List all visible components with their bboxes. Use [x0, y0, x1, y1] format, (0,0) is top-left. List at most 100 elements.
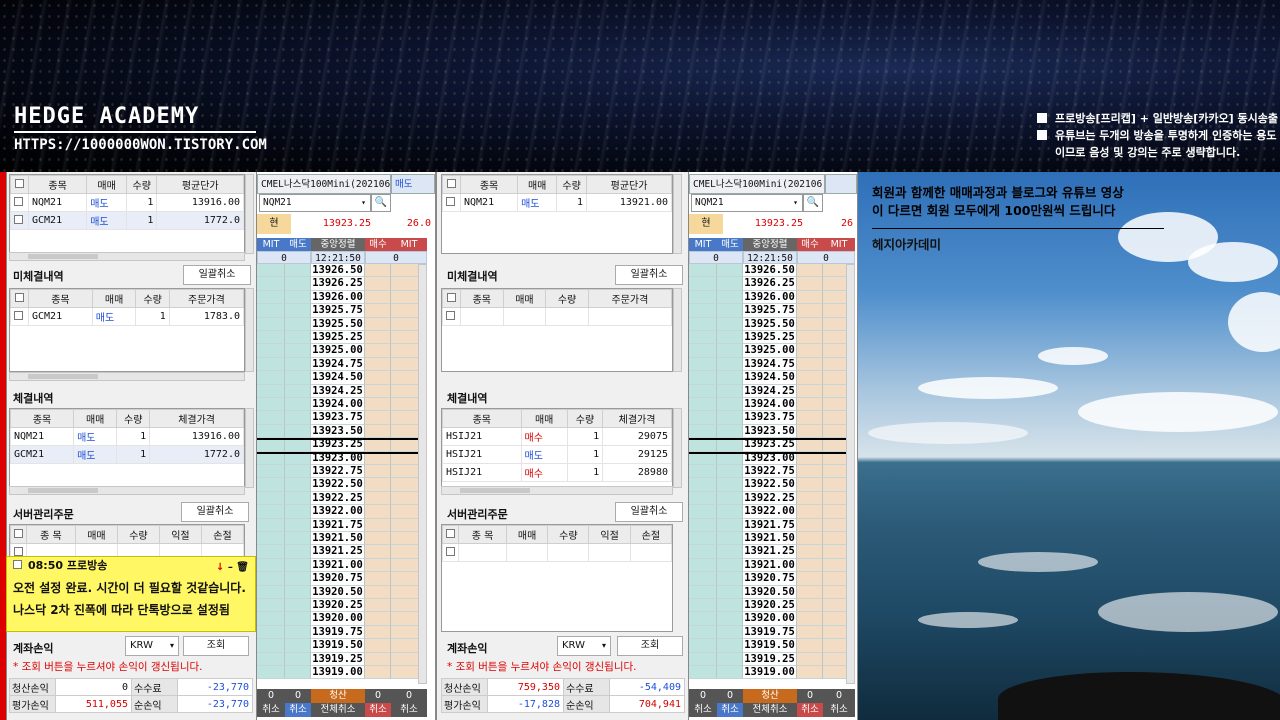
ladder-cell[interactable]	[717, 505, 743, 519]
ladder-row[interactable]: 13926.00	[689, 290, 855, 305]
ladder-cell[interactable]	[717, 398, 743, 412]
ladder-cell[interactable]	[797, 465, 823, 479]
ladder-cell[interactable]	[257, 599, 285, 613]
ladder-row[interactable]: 13921.00	[257, 558, 427, 573]
ladder-price[interactable]: 13919.00	[311, 666, 365, 680]
ladder-cell[interactable]	[365, 558, 391, 573]
table-row[interactable]: NQM21 매도 1 13916.00	[10, 193, 244, 212]
cancel-button[interactable]: 취소	[257, 703, 285, 717]
ladder-cell[interactable]	[797, 478, 823, 492]
search-icon[interactable]: 🔍	[371, 194, 391, 212]
ladder-cell[interactable]	[257, 491, 285, 506]
query-button[interactable]: 조회	[617, 636, 683, 656]
ladder-price[interactable]: 13923.00	[311, 451, 365, 465]
ladder-cell[interactable]	[797, 451, 823, 465]
ladder-cell[interactable]	[365, 264, 391, 278]
ladder-price[interactable]: 13921.75	[311, 518, 365, 532]
ladder-cell[interactable]	[365, 424, 391, 439]
ladder-cell[interactable]	[365, 491, 391, 506]
ladder-cell[interactable]	[285, 438, 311, 452]
cancel-button[interactable]: 취소	[689, 703, 717, 717]
ladder-price[interactable]: 13922.25	[743, 491, 797, 506]
ladder-cell[interactable]	[689, 545, 717, 559]
ladder-price[interactable]: 13924.75	[311, 357, 365, 372]
ladder-cell[interactable]	[365, 384, 391, 398]
ladder-cell[interactable]	[285, 264, 311, 278]
ladder-row[interactable]: 13925.75	[257, 304, 427, 318]
ladder-cell[interactable]	[797, 371, 823, 385]
ladder-row[interactable]: 13924.75	[689, 357, 855, 372]
ladder-cell[interactable]	[285, 545, 311, 559]
ladder-cell[interactable]	[717, 424, 743, 439]
ladder-cell[interactable]	[257, 438, 285, 452]
ladder-cell[interactable]	[689, 317, 717, 331]
ladder-cell[interactable]	[285, 518, 311, 532]
ladder-row[interactable]: 13919.75	[689, 625, 855, 640]
ladder-cell[interactable]	[717, 451, 743, 465]
ladder-cell[interactable]	[797, 491, 823, 506]
ladder-row[interactable]: 13921.25	[689, 545, 855, 559]
ladder-cell[interactable]	[689, 264, 717, 278]
ladder-cell[interactable]	[285, 599, 311, 613]
ladder-row[interactable]: 13920.25	[689, 599, 855, 613]
ladder-price[interactable]: 13925.25	[311, 331, 365, 345]
cancel-button[interactable]: 취소	[391, 703, 427, 717]
ladder-cell[interactable]	[365, 666, 391, 680]
ladder-cell[interactable]	[257, 411, 285, 425]
ladder-row[interactable]: 13923.50	[257, 424, 427, 439]
ladder-price[interactable]: 13921.25	[743, 545, 797, 559]
ladder-cell[interactable]	[797, 331, 823, 345]
query-button[interactable]: 조회	[183, 636, 249, 656]
vertical-scrollbar[interactable]	[245, 288, 254, 372]
pin-icon[interactable]: ↓	[216, 562, 224, 573]
ladder-cell[interactable]	[689, 331, 717, 345]
ladder-row[interactable]: 13919.25	[257, 652, 427, 666]
note-checkbox[interactable]	[13, 560, 22, 569]
ladder-price[interactable]: 13922.50	[743, 478, 797, 492]
ladder-cell[interactable]	[797, 652, 823, 666]
cancel-button[interactable]: 취소	[717, 703, 743, 717]
row-checkbox[interactable]	[14, 196, 23, 206]
ladder-cell[interactable]	[257, 465, 285, 479]
ladder-cell[interactable]	[285, 532, 311, 546]
liquidate-button[interactable]: 청산	[743, 689, 797, 703]
liquidate-button[interactable]: 청산	[311, 689, 365, 703]
ladder-cell[interactable]	[257, 317, 285, 331]
ladder-row[interactable]: 13922.50	[689, 478, 855, 492]
ladder-cell[interactable]	[365, 290, 391, 305]
ladder-cell[interactable]	[717, 264, 743, 278]
ladder-cell[interactable]	[257, 290, 285, 305]
ladder-price[interactable]: 13921.50	[743, 532, 797, 546]
ladder-cell[interactable]	[689, 518, 717, 532]
ladder-cell[interactable]	[285, 585, 311, 599]
ladder-row[interactable]: 13925.75	[689, 304, 855, 318]
ladder-price[interactable]: 13926.00	[743, 290, 797, 305]
ladder-row[interactable]: 13920.00	[257, 612, 427, 626]
ladder-cell[interactable]	[689, 639, 717, 653]
ladder-price[interactable]: 13920.25	[311, 599, 365, 613]
ladder-row[interactable]: 13922.25	[257, 491, 427, 506]
ladder-cell[interactable]	[717, 558, 743, 573]
ladder-cell[interactable]	[689, 652, 717, 666]
ladder-price[interactable]: 13919.75	[311, 625, 365, 640]
ladder-price[interactable]: 13926.50	[743, 264, 797, 278]
row-checkbox[interactable]	[14, 214, 23, 224]
cancel-all-orders-button[interactable]: 전체취소	[743, 703, 797, 717]
ladder-row[interactable]: 13924.75	[257, 357, 427, 372]
ladder-cell[interactable]	[257, 532, 285, 546]
ladder-row[interactable]: 13920.75	[257, 572, 427, 586]
horizontal-scrollbar[interactable]	[9, 252, 245, 261]
ladder-row[interactable]: 13920.50	[257, 585, 427, 599]
ladder-price[interactable]: 13920.25	[743, 599, 797, 613]
ladder-cell[interactable]	[797, 625, 823, 640]
select-all-checkbox[interactable]	[447, 292, 456, 302]
ladder-cell[interactable]	[689, 277, 717, 291]
ladder-price[interactable]: 13919.75	[743, 625, 797, 640]
ladder-row[interactable]: 13924.00	[689, 398, 855, 412]
ladder-cell[interactable]	[285, 304, 311, 318]
ladder-price[interactable]: 13922.75	[311, 465, 365, 479]
ladder-price[interactable]: 13920.00	[311, 612, 365, 626]
ladder-row[interactable]: 13922.25	[689, 491, 855, 506]
ladder-cell[interactable]	[717, 304, 743, 318]
ladder-cell[interactable]	[365, 652, 391, 666]
